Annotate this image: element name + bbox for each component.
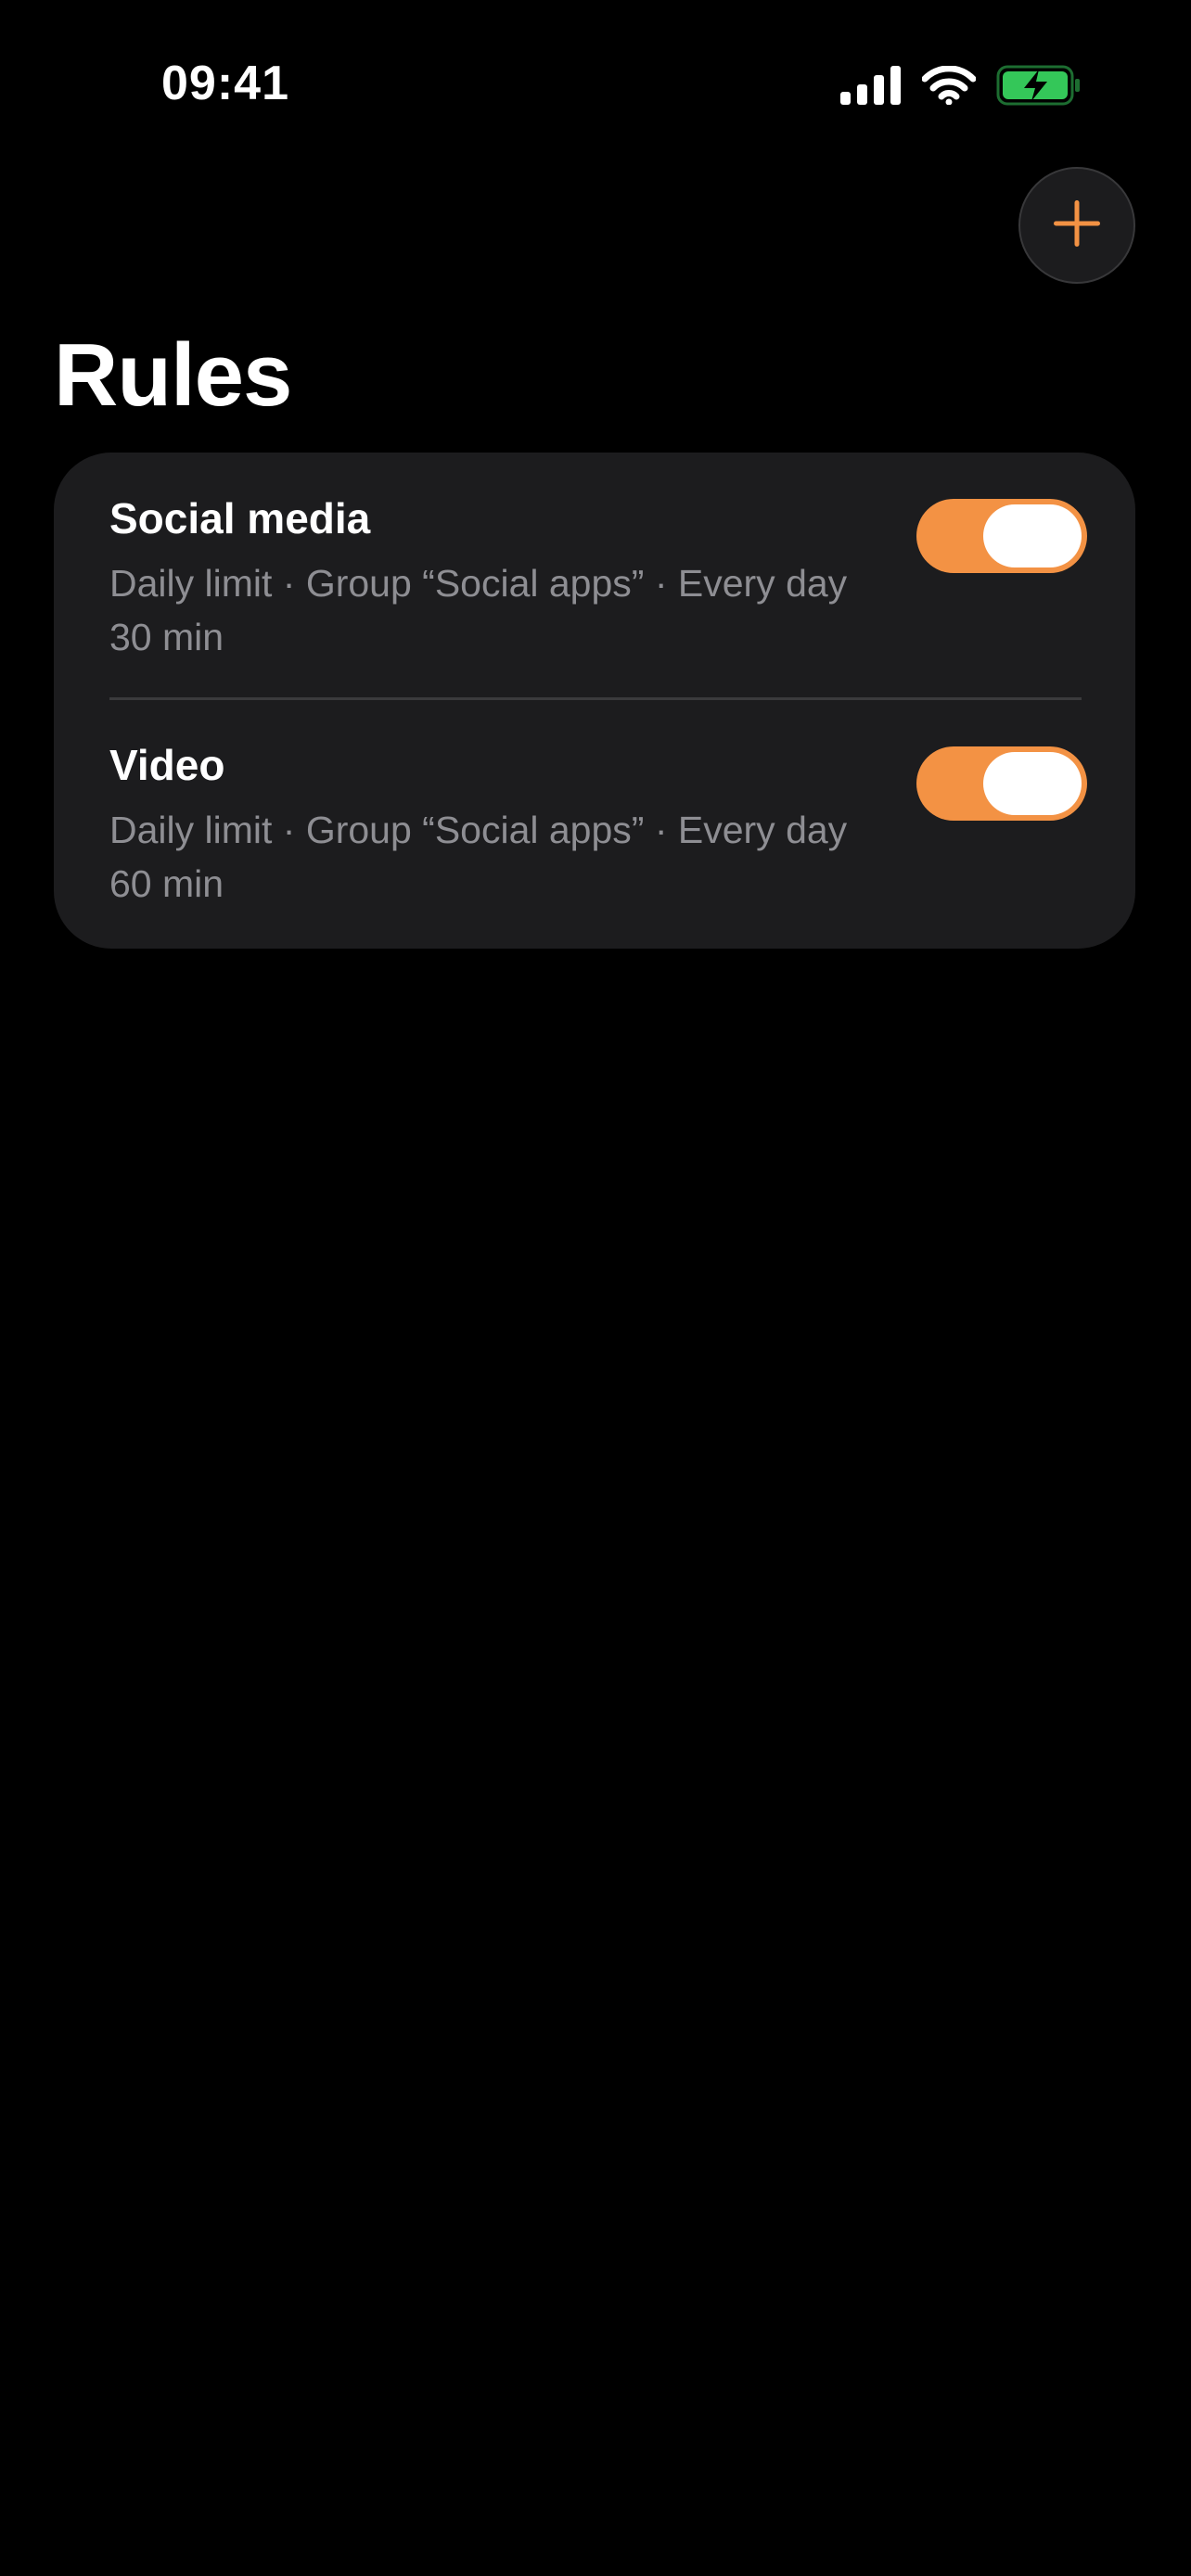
rule-title: Video (109, 741, 225, 789)
rule-description: Daily limit · Group “Social apps” · Ever… (109, 562, 848, 658)
status-time: 09:41 (161, 57, 289, 110)
status-icons (840, 63, 1082, 111)
toggle-knob (983, 504, 1082, 567)
rule-title: Social media (109, 494, 371, 542)
plus-icon (1052, 198, 1102, 253)
rule-description: Daily limit · Group “Social apps” · Ever… (109, 809, 848, 905)
wifi-icon (921, 64, 977, 109)
battery-charging-icon (996, 65, 1082, 110)
rule-row-social-media[interactable]: Social media Daily limit · Group “Social… (54, 453, 1135, 700)
status-bar: 09:41 (0, 0, 1191, 176)
rule-enabled-toggle[interactable] (916, 499, 1087, 573)
rule-row-video[interactable]: Video Daily limit · Group “Social apps” … (54, 701, 1135, 949)
cellular-signal-icon (840, 65, 902, 109)
page-title: Rules (54, 325, 292, 425)
rule-enabled-toggle[interactable] (916, 746, 1087, 821)
divider (109, 697, 1082, 700)
add-rule-button[interactable] (1018, 167, 1135, 284)
toggle-knob (983, 752, 1082, 815)
rules-list: Social media Daily limit · Group “Social… (54, 453, 1135, 949)
